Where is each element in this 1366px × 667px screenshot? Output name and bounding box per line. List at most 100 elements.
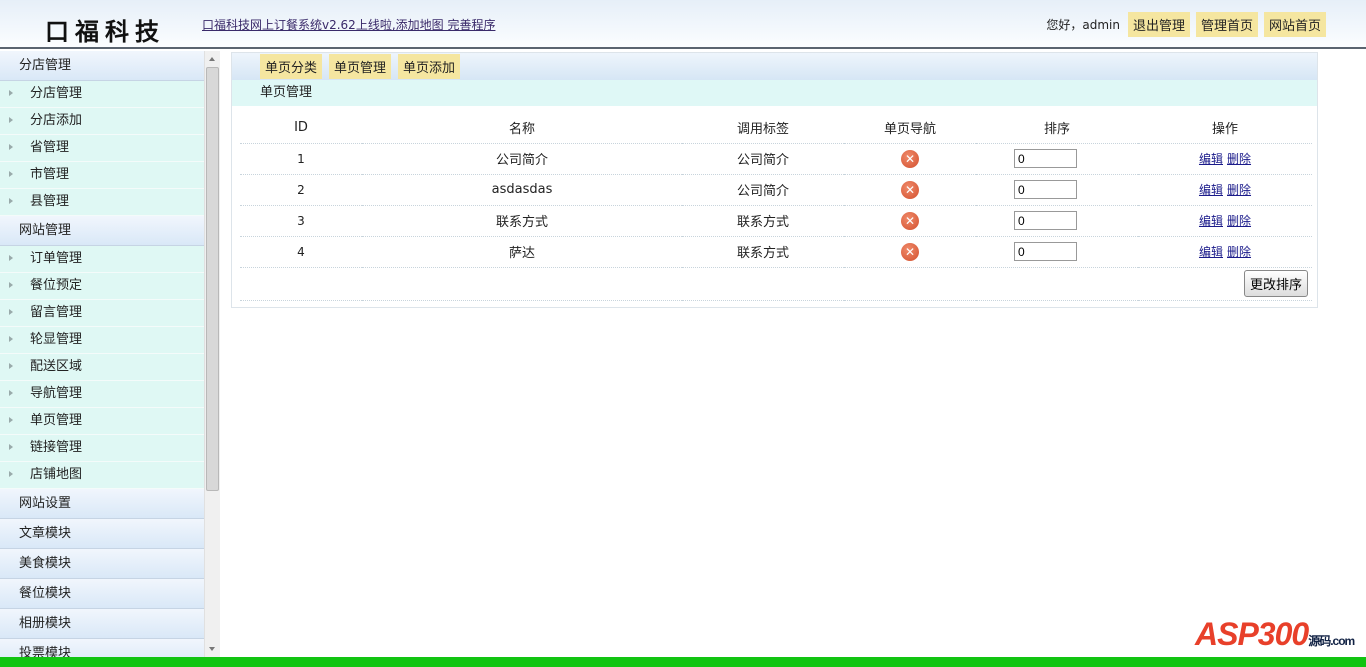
row-tag: 联系方式 [682,205,844,237]
sidebar-section[interactable]: 投票模块 [0,639,204,657]
col-name: 名称 [362,112,682,144]
tab-bar: 单页分类 单页管理 单页添加 [232,53,1317,80]
sidebar-item-label: 县管理 [30,194,70,209]
row-tag: 公司简介 [682,174,844,206]
sidebar-item-label: 省管理 [30,140,70,155]
row-tag: 公司简介 [682,143,844,175]
sort-input[interactable] [1014,180,1077,199]
sort-input[interactable] [1014,242,1077,261]
col-tag: 调用标签 [682,112,844,144]
tab-page-add[interactable]: 单页添加 [398,54,461,79]
sidebar-item-label: 链接管理 [30,440,83,455]
row-name: 萨达 [362,236,682,268]
nav-disabled-icon[interactable]: ✕ [901,242,919,261]
update-sort-button[interactable]: 更改排序 [1243,270,1308,297]
sidebar-item[interactable]: 餐位预定 [0,273,204,300]
nav-disabled-icon[interactable]: ✕ [901,149,919,168]
edit-link[interactable]: 编辑 [1199,183,1223,197]
edit-link[interactable]: 编辑 [1199,214,1223,228]
arrow-right-icon [9,282,13,288]
delete-link[interactable]: 删除 [1227,152,1251,166]
sidebar-item-label: 留言管理 [30,305,83,320]
scroll-down-icon[interactable] [209,647,215,651]
scroll-up-icon[interactable] [209,57,215,61]
edit-link[interactable]: 编辑 [1199,245,1223,259]
sidebar-item-label: 轮显管理 [30,332,83,347]
delete-link[interactable]: 删除 [1227,214,1251,228]
arrow-right-icon [9,471,13,477]
row-name: asdasdas [362,174,682,206]
arrow-right-icon [9,417,13,423]
col-actions: 操作 [1138,112,1312,144]
logo: 口福科技 [45,17,165,46]
arrow-right-icon [9,171,13,177]
site-home-button[interactable]: 网站首页 [1263,12,1326,37]
arrow-right-icon [9,117,13,123]
logout-button[interactable]: 退出管理 [1127,12,1190,37]
arrow-right-icon [9,363,13,369]
sidebar-item-label: 市管理 [30,167,70,182]
admin-home-button[interactable]: 管理首页 [1195,12,1258,37]
nav-disabled-icon[interactable]: ✕ [901,211,919,230]
sidebar-scrollbar[interactable] [204,51,220,657]
sidebar: 分店管理 分店管理分店添加省管理市管理县管理网站管理订单管理餐位预定留言管理轮显管… [0,51,204,657]
header: 口福科技 口福科技网上订餐系统v2.62上线啦,添加地图 完善程序 您好，adm… [0,0,1366,49]
scroll-thumb[interactable] [206,67,219,491]
sidebar-section[interactable]: 分店管理 [0,51,204,81]
arrow-right-icon [9,198,13,204]
sidebar-item[interactable]: 市管理 [0,162,204,189]
table-row: 4 萨达 联系方式 ✕ 编辑删除 [240,236,1312,268]
pages-table: ID 名称 调用标签 单页导航 排序 操作 1 公司简介 公司简介 ✕ 编辑删除… [240,112,1312,301]
sidebar-item[interactable]: 链接管理 [0,435,204,462]
sidebar-item-label: 店铺地图 [30,467,83,482]
arrow-right-icon [9,255,13,261]
sidebar-item[interactable]: 分店添加 [0,108,204,135]
sidebar-item[interactable]: 县管理 [0,189,204,216]
sort-input[interactable] [1014,211,1077,230]
sidebar-item[interactable]: 省管理 [0,135,204,162]
sidebar-item[interactable]: 订单管理 [0,246,204,273]
sidebar-item[interactable]: 单页管理 [0,408,204,435]
sidebar-section[interactable]: 美食模块 [0,549,204,579]
arrow-right-icon [9,309,13,315]
col-nav: 单页导航 [844,112,976,144]
sidebar-item[interactable]: 留言管理 [0,300,204,327]
tab-page-manage[interactable]: 单页管理 [329,54,392,79]
sidebar-section[interactable]: 相册模块 [0,609,204,639]
table-row: 1 公司简介 公司简介 ✕ 编辑删除 [240,143,1312,175]
sidebar-item[interactable]: 导航管理 [0,381,204,408]
row-tag: 联系方式 [682,236,844,268]
sidebar-section[interactable]: 网站设置 [0,489,204,519]
delete-link[interactable]: 删除 [1227,183,1251,197]
arrow-right-icon [9,90,13,96]
main-panel: 单页分类 单页管理 单页添加 单页管理 ID 名称 调用标签 单页导航 排序 操… [231,52,1318,308]
arrow-right-icon [9,390,13,396]
nav-disabled-icon[interactable]: ✕ [901,180,919,199]
sidebar-item[interactable]: 轮显管理 [0,327,204,354]
delete-link[interactable]: 删除 [1227,245,1251,259]
sidebar-item-label: 分店添加 [30,113,83,128]
sidebar-item-label: 单页管理 [30,413,83,428]
tab-page-category[interactable]: 单页分类 [260,54,323,79]
notice-link[interactable]: 口福科技网上订餐系统v2.62上线啦,添加地图 完善程序 [202,16,495,33]
row-name: 联系方式 [362,205,682,237]
page-title: 单页管理 [232,80,1317,106]
table-row: 3 联系方式 联系方式 ✕ 编辑删除 [240,205,1312,237]
edit-link[interactable]: 编辑 [1199,152,1223,166]
sidebar-item-label: 配送区域 [30,359,83,374]
table-row: 2 asdasdas 公司简介 ✕ 编辑删除 [240,174,1312,206]
sidebar-section[interactable]: 网站管理 [0,216,204,246]
sidebar-section[interactable]: 文章模块 [0,519,204,549]
sidebar-item-label: 导航管理 [30,386,83,401]
sidebar-section[interactable]: 餐位模块 [0,579,204,609]
row-id: 4 [240,236,362,268]
arrow-right-icon [9,444,13,450]
sidebar-item[interactable]: 分店管理 [0,81,204,108]
greeting: 您好，admin [1046,18,1120,32]
col-sort: 排序 [976,112,1138,144]
row-id: 3 [240,205,362,237]
sidebar-item[interactable]: 店铺地图 [0,462,204,489]
sidebar-item[interactable]: 配送区域 [0,354,204,381]
sidebar-item-label: 订单管理 [30,251,83,266]
sort-input[interactable] [1014,149,1077,168]
